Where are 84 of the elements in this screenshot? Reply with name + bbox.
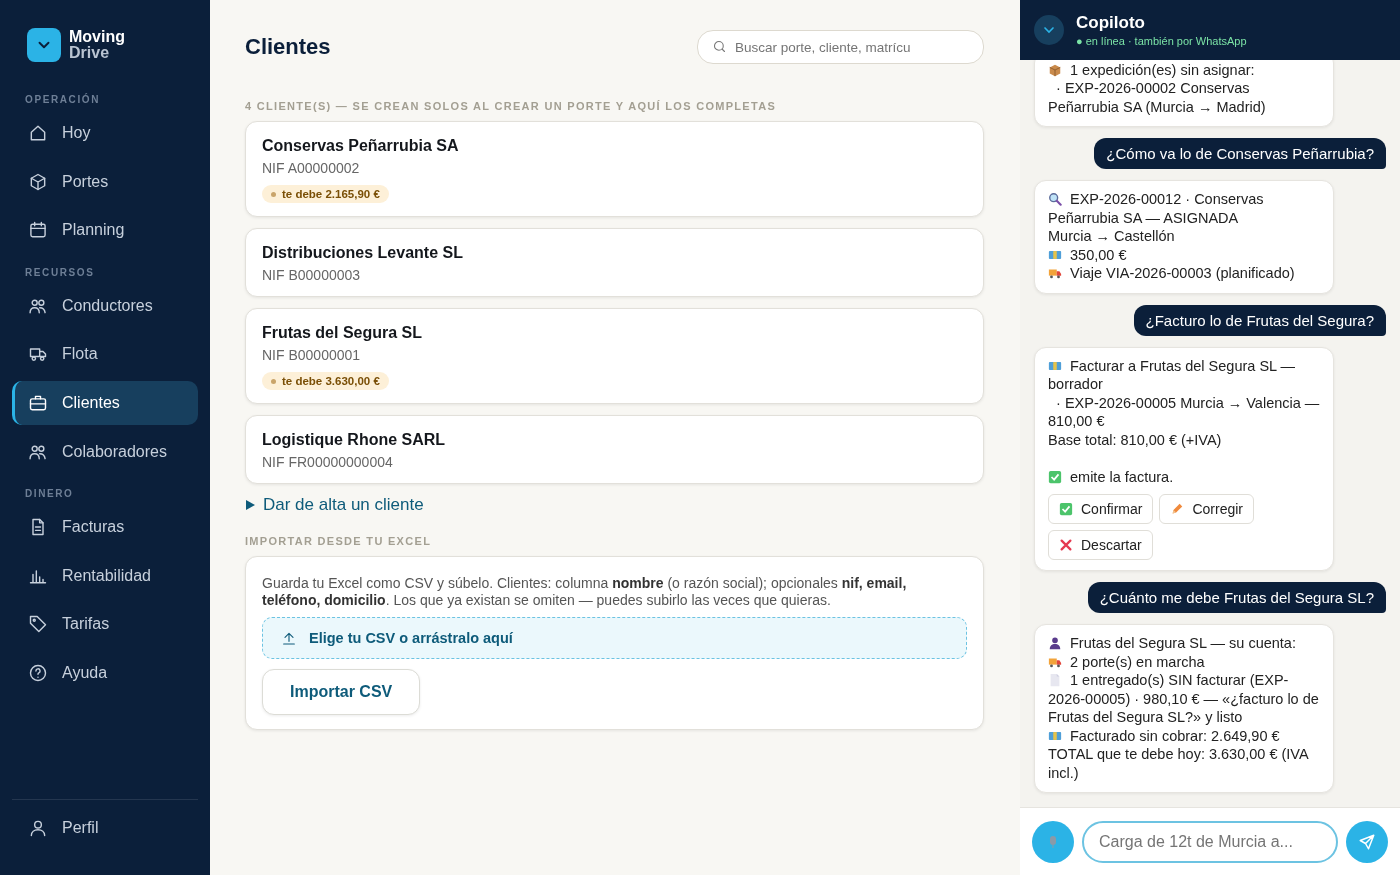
upload-icon (281, 630, 297, 646)
client-name: Distribuciones Levante SL (262, 244, 464, 262)
message-line: Murcia → Castellón (1048, 227, 1176, 246)
search-icon (712, 39, 727, 54)
pencil-icon (1170, 502, 1185, 516)
nav-item[interactable]: Rentabilidad (12, 553, 198, 598)
message-line: TOTAL que te debe hoy: 3.630,00 € (IVA incl.) (1048, 745, 1310, 782)
message-line: · EXP-2026-00002 Conservas Peñarrubia SA (Murcia → Madrid) (1048, 79, 1267, 116)
message-line: · EXP-2026-00005 Murcia → Valencia — 810,00 € (1048, 393, 1320, 431)
search-field[interactable]: Buscar porte, cliente, matrícu (697, 30, 984, 64)
message-line: EXP-2026-00012 · Conservas Peñarrubia SA — ASIGNADA (1048, 190, 1265, 227)
home-icon (28, 123, 48, 143)
client-card[interactable]: Distribuciones Levante SL NIF B00000003 (245, 228, 984, 297)
nav-item[interactable]: Facturas (12, 505, 198, 550)
client-name: Logistique Rhone SARL (262, 431, 447, 449)
action-button[interactable]: Confirmar (1048, 494, 1154, 524)
chat-title: Copiloto (1076, 13, 1146, 33)
help-icon (28, 662, 48, 683)
message-line: Base total: 810,00 € (+IVA) (1048, 430, 1223, 449)
message-line: emite la factura. (1048, 449, 1320, 486)
checkbox-icon (1059, 502, 1073, 516)
client-nif: NIF B00000003 (262, 267, 362, 283)
import-button[interactable]: Importar CSV (262, 669, 421, 715)
client-nif: NIF FR00000000004 (262, 454, 394, 470)
cube-icon (28, 171, 48, 192)
person-icon (1048, 636, 1062, 650)
message-line: Viaje VIA-2026-00003 (planificado) (1048, 264, 1320, 283)
send-button[interactable] (1346, 820, 1388, 863)
nav-item[interactable]: Tarifas (12, 602, 198, 647)
section-caption: IMPORTAR DESDE TU EXCEL (245, 535, 433, 547)
message-line: 1 expedición(es) sin asignar: (1048, 60, 1320, 79)
client-nif: NIF B00000001 (262, 347, 362, 363)
section-heading: RECURSOS (24, 265, 96, 280)
user-icon (28, 818, 48, 839)
document-icon (1048, 673, 1062, 687)
cross-icon (1059, 538, 1073, 552)
magnifier-icon (1048, 192, 1062, 206)
message-line: 2 porte(s) en marcha (1048, 652, 1320, 671)
client-nif: NIF A00000002 (262, 160, 361, 176)
user-message: ¿Facturo lo de Frutas del Segura? (1133, 304, 1386, 336)
nav-item[interactable]: Hoy (12, 111, 198, 155)
nav-item[interactable]: Conductores (12, 283, 198, 328)
message-line: 1 entregado(s) SIN facturar (EXP-2026-00005) · 980,10 € — «¿facturo lo de Frutas del Segura SL?» y listo (1048, 671, 1320, 727)
nav-item[interactable]: Ayuda (12, 650, 198, 695)
section-heading: OPERACIÓN (24, 92, 101, 107)
page-title: Clientes (245, 34, 331, 60)
microphone-icon (1047, 834, 1059, 849)
import-instructions: Guarda tu Excel como CSV y súbelo. Clientes: columna nombre (o razón social); opcionales nif, email, teléfono, domicilio. Los que ya existan se omiten — puedes subirlo las veces que quieras. (262, 575, 908, 609)
nav-item[interactable]: Planning (12, 208, 198, 253)
client-name: Conservas Peñarrubia SA (262, 137, 460, 155)
logo-icon (27, 28, 61, 62)
nav-item[interactable]: Perfil (12, 806, 198, 851)
message-line: Facturar a Frutas del Segura SL — borrador (1048, 356, 1297, 394)
file-dropzone[interactable]: Elige tu CSV o arrástralo aquí (262, 617, 967, 659)
collapse-button[interactable] (1034, 15, 1064, 45)
tag-icon (28, 614, 48, 635)
triangle-icon (245, 500, 255, 510)
nav-item[interactable]: Clientes (12, 380, 198, 425)
send-icon (1358, 832, 1376, 851)
nav-item[interactable]: Colaboradores (12, 429, 198, 474)
checkbox-icon (1048, 469, 1062, 484)
microphone-button[interactable] (1032, 820, 1074, 863)
add-client-toggle[interactable]: Dar de alta un cliente (245, 495, 424, 515)
message-line: 350,00 € (1048, 245, 1320, 264)
message-line: Frutas del Segura SL — su cuenta: (1048, 634, 1320, 653)
nav-item[interactable]: Portes (12, 159, 198, 204)
nav-item[interactable]: Flota (12, 332, 198, 377)
debt-badge: te debe 3.630,00 € (262, 372, 389, 390)
client-card[interactable]: Frutas del Segura SL NIF B00000001 te debe 3.630,00 € (245, 308, 984, 404)
brand-name: Moving Drive (69, 29, 125, 61)
client-name: Frutas del Segura SL (262, 324, 424, 342)
debt-badge: te debe 2.165,90 € (262, 185, 389, 203)
action-button[interactable]: Corregir (1159, 494, 1255, 524)
client-card[interactable]: Conservas Peñarrubia SA NIF A00000002 te debe 2.165,90 € (245, 121, 984, 217)
action-button[interactable]: Descartar (1048, 530, 1153, 560)
user-message: ¿Cuánto me debe Frutas del Segura SL? (1087, 582, 1386, 613)
chat-status: ● en línea · también por WhatsApp (1076, 35, 1247, 47)
box-icon (1048, 62, 1062, 77)
user-message: ¿Cómo va lo de Conservas Peñarrubia? (1094, 138, 1386, 169)
client-card[interactable]: Logistique Rhone SARL NIF FR00000000004 (245, 415, 984, 484)
message-line: Facturado sin cobrar: 2.649,90 € (1048, 726, 1320, 745)
section-caption: 4 CLIENTE(S) — SE CREAN SOLOS AL CREAR UN PORTE Y AQUÍ LOS COMPLETAS (245, 100, 778, 112)
section-heading: DINERO (24, 487, 75, 502)
message-field[interactable]: Carga de 12t de Murcia a... (1082, 820, 1338, 863)
